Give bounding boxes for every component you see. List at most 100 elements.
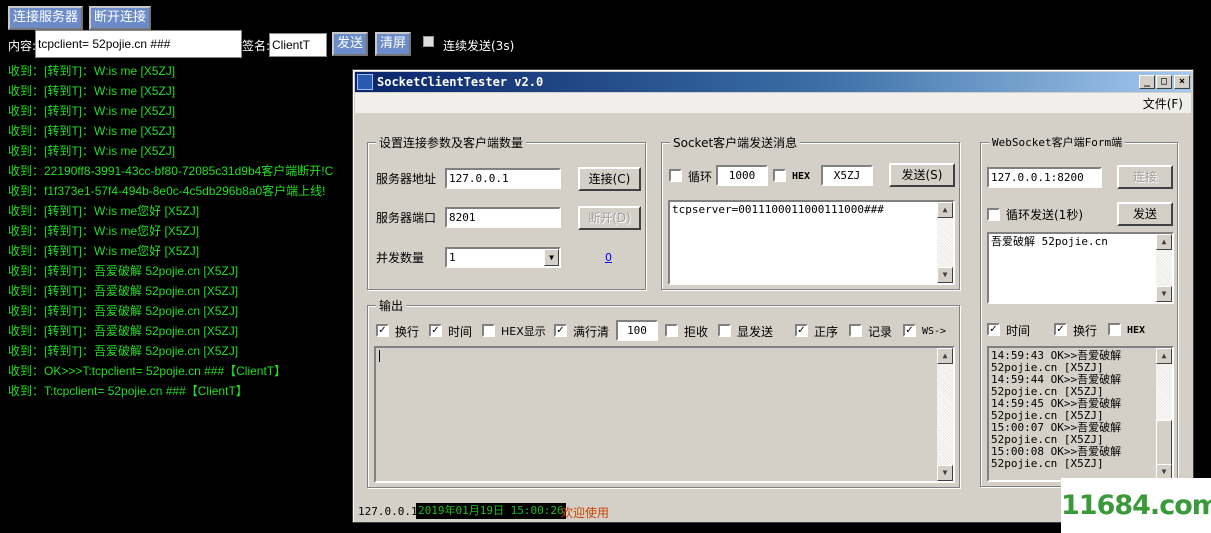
full-clear-input[interactable]: 100 (616, 320, 658, 341)
log-line: 收到：[转到T]：吾爱破解 52pojie.cn [X5ZJ] (8, 284, 239, 298)
connection-group-title: 设置连接参数及客户端数量 (376, 134, 527, 151)
tag-input[interactable]: X5ZJ (821, 165, 873, 186)
ws-forward-checkbox[interactable]: ✓ (903, 324, 916, 337)
scroll-up-icon[interactable]: ▲ (1156, 234, 1172, 250)
received-log: 收到：[转到T]：W:is me [X5ZJ] 收到：[转到T]：W:is me… (8, 61, 333, 401)
log-line: 收到：[转到T]：W:is me您好 [X5ZJ] (8, 204, 200, 218)
hex-checkbox[interactable] (773, 169, 786, 182)
concurrency-label: 并发数量 (376, 251, 425, 265)
maximize-button[interactable]: □ (1156, 75, 1172, 89)
sign-input[interactable] (269, 33, 327, 57)
scroll-down-icon[interactable]: ▼ (937, 465, 953, 481)
log-line: 收到：[转到T]：吾爱破解 52pojie.cn [X5ZJ] (8, 264, 239, 278)
show-send-checkbox[interactable] (718, 324, 731, 337)
socket-message-scrollbar[interactable]: ▲ ▼ (937, 202, 953, 283)
websocket-message-scrollbar[interactable]: ▲ ▼ (1156, 234, 1172, 302)
server-address-label: 服务器地址 (376, 172, 437, 186)
close-button[interactable]: × (1174, 75, 1190, 89)
concurrency-value: 1 (449, 251, 456, 264)
time-checkbox[interactable]: ✓ (429, 324, 442, 337)
minimize-button[interactable]: _ (1139, 75, 1155, 89)
server-port-label: 服务器端口 (376, 211, 437, 225)
log-line: 收到：[转到T]：W:is me您好 [X5ZJ] (8, 224, 200, 238)
scroll-down-icon[interactable]: ▼ (1156, 286, 1172, 302)
log-line: 收到：T:tcpclient= 52pojie.cn ###【ClientT】 (8, 384, 248, 398)
loop-send-checkbox[interactable] (987, 208, 1000, 221)
loop-checkbox[interactable] (669, 169, 682, 182)
client-count-link[interactable]: 0 (605, 251, 612, 264)
scroll-down-icon[interactable]: ▼ (937, 267, 953, 283)
chevron-down-icon[interactable]: ▼ (544, 249, 559, 266)
log-line: 收到：[转到T]：吾爱破解 52pojie.cn [X5ZJ] (8, 344, 239, 358)
content-input[interactable] (35, 30, 242, 58)
log-line: 收到：[转到T]：吾爱破解 52pojie.cn [X5ZJ] (8, 304, 239, 318)
socket-message-textarea[interactable]: tcpserver=0011100011000111000### ▲ ▼ (668, 200, 955, 285)
log-line: 收到：22190ff8-3991-43cc-bf80-72085c31d9b4客… (8, 164, 334, 178)
server-port-input[interactable]: 8201 (445, 207, 561, 228)
output-textarea[interactable]: ▲ ▼ (374, 346, 955, 483)
websocket-log-scrollbar[interactable]: ▲ ▼ (1156, 348, 1172, 480)
websocket-url-input[interactable]: 127.0.0.1:8200 (987, 167, 1102, 188)
disconnect-button[interactable]: 断开连接 (89, 6, 152, 30)
wrap-label: 换行 (395, 325, 420, 339)
hex-display-label: HEX显示 (501, 325, 546, 338)
scroll-thumb[interactable] (1156, 420, 1172, 465)
reject-label: 拒收 (684, 325, 709, 339)
loop-interval-input[interactable]: 1000 (716, 165, 768, 186)
menu-file[interactable]: 文件(F) (1143, 95, 1183, 112)
full-clear-checkbox[interactable]: ✓ (554, 324, 567, 337)
hex-label: HEX (792, 171, 811, 182)
loop-label: 循环 (688, 170, 713, 184)
ws-hex-checkbox[interactable] (1108, 323, 1121, 336)
log-line: 收到：[转到T]：W:is me [X5ZJ] (8, 144, 176, 158)
window-title: SocketClientTester v2.0 (377, 75, 544, 89)
clear-screen-button[interactable]: 清屏 (375, 32, 412, 56)
sign-label: 签名: (242, 39, 271, 53)
send-button[interactable]: 发送 (332, 32, 369, 56)
status-ip: 127.0.0.1 (358, 505, 418, 518)
log-line: 收到：[转到T]：W:is me您好 [X5ZJ] (8, 244, 200, 258)
connect-server-button[interactable]: 连接服务器 (8, 6, 84, 30)
record-checkbox[interactable] (849, 324, 862, 337)
socket-send-button[interactable]: 发送(S) (889, 163, 955, 187)
order-label: 正序 (814, 325, 839, 339)
scroll-up-icon[interactable]: ▲ (937, 202, 953, 218)
output-group: 输出 ✓ 换行 ✓ 时间 HEX显示 ✓ 满行清 100 拒收 显发送 ✓ 正序… (367, 297, 960, 488)
socket-client-tester-window: SocketClientTester v2.0 _ □ × 文件(F) 设置连接… (352, 69, 1194, 523)
wrap-checkbox[interactable]: ✓ (376, 324, 389, 337)
server-address-input[interactable]: 127.0.0.1 (445, 168, 561, 189)
hex-display-checkbox[interactable] (482, 324, 495, 337)
log-line: 收到：[转到T]：吾爱破解 52pojie.cn [X5ZJ] (8, 324, 239, 338)
full-clear-label: 满行清 (573, 325, 610, 339)
websocket-log-textarea[interactable]: 14:59:43 OK>>吾爱破解 52pojie.cn [X5ZJ] 14:5… (987, 346, 1174, 482)
title-bar[interactable]: SocketClientTester v2.0 _ □ × (355, 72, 1191, 92)
ws-forward-label: WS-> (922, 326, 947, 337)
concurrency-select[interactable]: 1 ▼ (445, 247, 561, 268)
socket-send-group-title: Socket客户端发送消息 (670, 134, 801, 151)
connect-button[interactable]: 连接(C) (578, 167, 641, 191)
text-cursor (379, 350, 935, 362)
connection-group: 设置连接参数及客户端数量 服务器地址 127.0.0.1 连接(C) 服务器端口… (367, 134, 646, 290)
scroll-up-icon[interactable]: ▲ (937, 348, 953, 364)
reject-checkbox[interactable] (665, 324, 678, 337)
disconnect-button[interactable]: 断开(D) (578, 206, 641, 230)
output-scrollbar[interactable]: ▲ ▼ (937, 348, 953, 481)
socket-message-text: tcpserver=0011100011000111000### (672, 203, 884, 216)
scroll-up-icon[interactable]: ▲ (1156, 348, 1172, 364)
menu-bar: 文件(F) (355, 93, 1191, 113)
time-label: 时间 (448, 325, 473, 339)
content-label: 内容: (8, 39, 37, 53)
continuous-send-label: 连续发送(3s) (443, 39, 515, 53)
ws-hex-label: HEX (1127, 325, 1146, 336)
order-checkbox[interactable]: ✓ (795, 324, 808, 337)
log-line: 收到：f1f373e1-57f4-494b-8e0c-4c5db296b8a0客… (8, 184, 326, 198)
record-label: 记录 (868, 325, 893, 339)
continuous-send-checkbox[interactable] (423, 36, 434, 47)
websocket-connect-button[interactable]: 连接 (1117, 165, 1173, 189)
websocket-group-title: WebSocket客户端Form端 (989, 134, 1126, 150)
ws-wrap-checkbox[interactable]: ✓ (1054, 323, 1067, 336)
websocket-send-button[interactable]: 发送 (1117, 202, 1173, 226)
websocket-message-textarea[interactable]: 吾爱破解 52pojie.cn ▲ ▼ (987, 232, 1174, 304)
log-line: 收到：[转到T]：W:is me [X5ZJ] (8, 84, 176, 98)
ws-time-checkbox[interactable]: ✓ (987, 323, 1000, 336)
